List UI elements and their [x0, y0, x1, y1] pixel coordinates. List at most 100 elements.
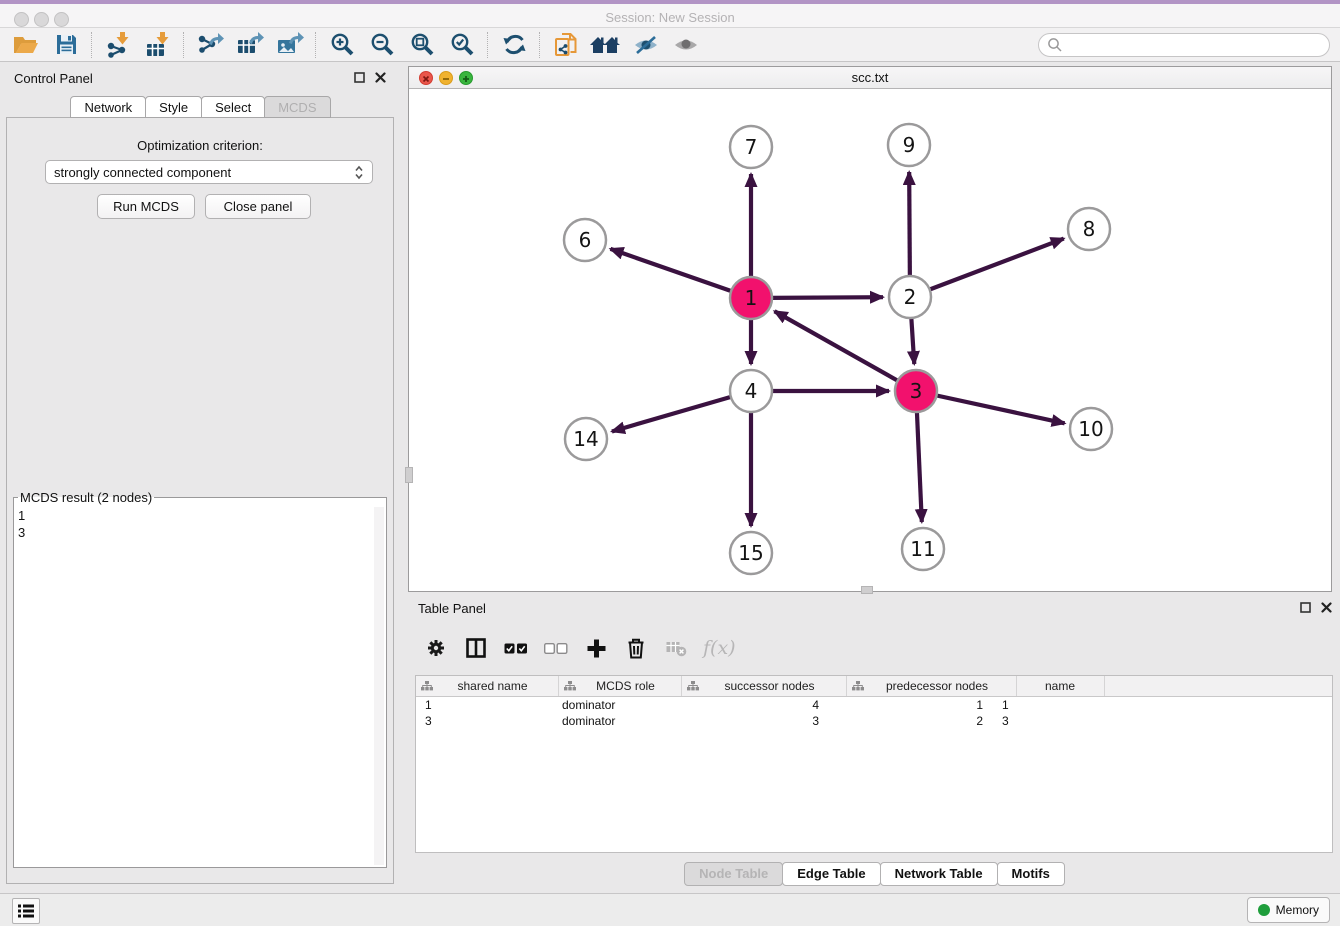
select-all-checkboxes-icon[interactable]: [503, 635, 529, 661]
show-all-eye-icon[interactable]: [666, 30, 706, 60]
graph-node-4[interactable]: 4: [730, 370, 772, 412]
tab-node-table[interactable]: Node Table: [684, 862, 783, 886]
export-network-icon[interactable]: [190, 30, 230, 60]
import-network-icon[interactable]: [98, 30, 138, 60]
tab-motifs[interactable]: Motifs: [997, 862, 1065, 886]
float-panel-icon[interactable]: [354, 72, 365, 83]
memory-label: Memory: [1276, 903, 1319, 917]
graph-node-11[interactable]: 11: [902, 528, 944, 570]
graph-edge-1-2[interactable]: [771, 297, 883, 298]
import-table-icon[interactable]: [138, 30, 178, 60]
svg-text:6: 6: [579, 228, 592, 252]
table-row[interactable]: 1dominator411: [416, 697, 1332, 713]
column-header-predecessor-nodes[interactable]: predecessor nodes: [847, 676, 1017, 696]
close-panel-icon[interactable]: [375, 72, 386, 83]
control-panel-tabs: Network Style Select MCDS: [0, 96, 400, 118]
table-cell: 2: [829, 714, 993, 728]
svg-text:4: 4: [745, 379, 758, 403]
mcds-result-text[interactable]: 1 3: [18, 507, 25, 541]
control-panel-title: Control Panel: [14, 71, 93, 86]
graph-node-2[interactable]: 2: [889, 276, 931, 318]
svg-text:1: 1: [745, 286, 758, 310]
zoom-out-icon[interactable]: [362, 30, 402, 60]
column-header-successor-nodes[interactable]: successor nodes: [682, 676, 847, 696]
close-panel-button[interactable]: Close panel: [205, 194, 311, 219]
table-toolbar: f(x): [415, 628, 1333, 668]
tab-edge-table[interactable]: Edge Table: [782, 862, 880, 886]
graph-edge-3-1[interactable]: [775, 311, 899, 381]
network-graph-canvas[interactable]: 7 9 6 8 1 2 4 3 14 10 15 11: [409, 88, 1331, 591]
column-type-icon: [421, 681, 433, 691]
run-mcds-button[interactable]: Run MCDS: [97, 194, 195, 219]
memory-button[interactable]: Memory: [1247, 897, 1330, 923]
toolbar-separator: [183, 32, 185, 58]
function-builder-button[interactable]: f(x): [703, 635, 736, 661]
close-table-panel-icon[interactable]: [1321, 602, 1332, 613]
open-session-icon[interactable]: [6, 30, 46, 60]
zoom-in-icon[interactable]: [322, 30, 362, 60]
mcds-panel: Optimization criterion: strongly connect…: [6, 117, 394, 884]
graph-node-14[interactable]: 14: [565, 418, 607, 460]
column-header-shared-name[interactable]: shared name: [416, 676, 559, 696]
graph-node-6[interactable]: 6: [564, 219, 606, 261]
toolbar-separator: [539, 32, 541, 58]
mcds-result-box: MCDS result (2 nodes) 1 3: [13, 490, 387, 868]
graph-edge-2-8[interactable]: [929, 239, 1064, 290]
criterion-select[interactable]: strongly connected component: [45, 160, 373, 184]
delete-table-icon[interactable]: [663, 635, 689, 661]
column-header-mcds-role[interactable]: MCDS role: [559, 676, 682, 696]
graph-edge-3-11[interactable]: [917, 411, 922, 522]
tab-style[interactable]: Style: [145, 96, 202, 118]
table-row[interactable]: 3dominator323: [416, 713, 1332, 729]
clone-network-icon[interactable]: [546, 30, 586, 60]
refresh-icon[interactable]: [494, 30, 534, 60]
toolbar-separator: [91, 32, 93, 58]
home-neighbors-icon[interactable]: [586, 30, 626, 60]
graph-edge-2-3[interactable]: [911, 317, 914, 364]
vertical-splitter-handle[interactable]: [405, 467, 413, 483]
tab-select[interactable]: Select: [201, 96, 265, 118]
export-image-icon[interactable]: [270, 30, 310, 60]
graph-node-10[interactable]: 10: [1070, 408, 1112, 450]
svg-text:7: 7: [745, 135, 758, 159]
graph-node-1[interactable]: 1: [730, 277, 772, 319]
float-table-panel-icon[interactable]: [1300, 602, 1311, 613]
status-bar: Memory: [0, 893, 1340, 926]
graph-edge-2-9[interactable]: [909, 172, 910, 277]
export-table-icon[interactable]: [230, 30, 270, 60]
table-cell: 3: [416, 714, 553, 728]
svg-text:2: 2: [904, 285, 917, 309]
network-window-titlebar[interactable]: scc.txt: [409, 67, 1331, 89]
tab-network[interactable]: Network: [70, 96, 146, 118]
result-scrollbar[interactable]: [374, 507, 384, 865]
graph-node-7[interactable]: 7: [730, 126, 772, 168]
task-history-button[interactable]: [12, 898, 40, 924]
search-icon: [1047, 37, 1063, 53]
graph-edge-1-6[interactable]: [610, 249, 732, 291]
add-column-icon[interactable]: [583, 635, 609, 661]
column-settings-gear-icon[interactable]: [423, 635, 449, 661]
column-header-name[interactable]: name: [1017, 676, 1105, 696]
graph-edge-4-14[interactable]: [612, 397, 732, 432]
graph-node-8[interactable]: 8: [1068, 208, 1110, 250]
hide-selected-eye-icon[interactable]: [626, 30, 666, 60]
zoom-selected-icon[interactable]: [442, 30, 482, 60]
graph-node-3[interactable]: 3: [895, 370, 937, 412]
tab-mcds[interactable]: MCDS: [264, 96, 330, 118]
save-session-icon[interactable]: [46, 30, 86, 60]
graph-node-9[interactable]: 9: [888, 124, 930, 166]
select-stepper-icon: [354, 165, 364, 180]
toolbar-separator: [315, 32, 317, 58]
delete-column-trash-icon[interactable]: [623, 635, 649, 661]
horizontal-splitter-handle[interactable]: [861, 586, 873, 594]
graph-node-15[interactable]: 15: [730, 532, 772, 574]
node-table: shared name MCDS role successor nodes pr…: [415, 675, 1333, 853]
search-input[interactable]: [1063, 35, 1329, 55]
graph-edge-3-10[interactable]: [936, 395, 1065, 423]
optimization-criterion-label: Optimization criterion:: [7, 138, 393, 153]
tab-network-table[interactable]: Network Table: [880, 862, 998, 886]
zoom-fit-icon[interactable]: [402, 30, 442, 60]
deselect-all-checkboxes-icon[interactable]: [543, 635, 569, 661]
split-view-icon[interactable]: [463, 635, 489, 661]
svg-text:8: 8: [1083, 217, 1096, 241]
